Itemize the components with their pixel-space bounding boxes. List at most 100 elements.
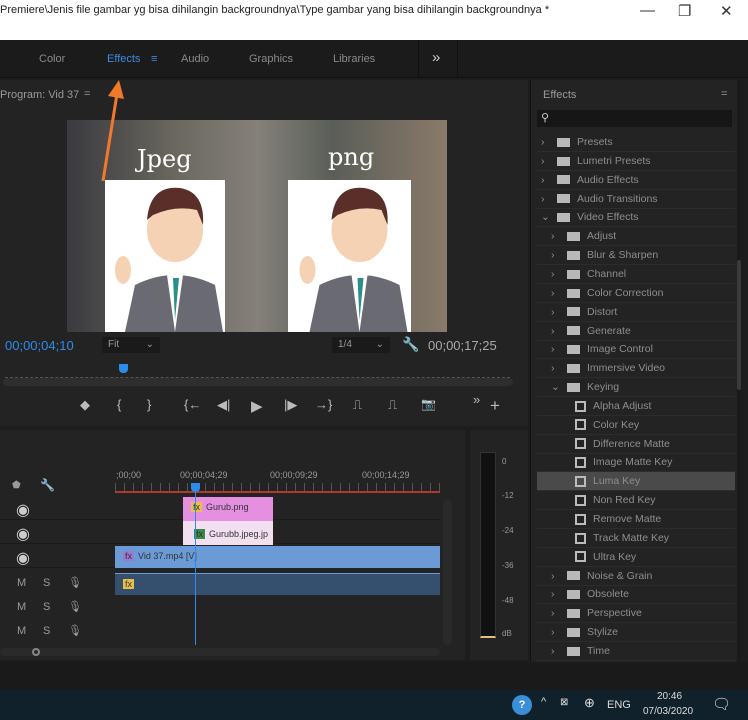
playhead-handle[interactable]	[191, 483, 200, 492]
effects-item[interactable]: ⌄ Video Effects	[537, 208, 735, 228]
mic-icon[interactable]: 🎙	[68, 624, 82, 637]
wrench-icon[interactable]: 🔧	[40, 478, 55, 492]
resolution-select[interactable]: 1/4 ⌄	[332, 337, 390, 353]
clock-time[interactable]: 20:46	[657, 691, 682, 702]
globe-icon[interactable]: ⊕	[584, 695, 595, 711]
chevron-right-icon[interactable]: ›	[541, 190, 557, 208]
effects-item[interactable]: › Presets	[537, 133, 735, 152]
mark-out-button[interactable]: }	[147, 397, 151, 412]
close-button[interactable]: ✕	[720, 2, 733, 20]
chevron-right-icon[interactable]: ›	[551, 246, 567, 264]
tab-audio[interactable]: Audio	[181, 53, 209, 65]
mute-button[interactable]: M	[17, 577, 26, 589]
chevron-right-icon[interactable]: ›	[551, 303, 567, 321]
more-workspaces-button[interactable]: »	[432, 49, 440, 66]
chevron-right-icon[interactable]: ›	[551, 340, 567, 358]
chevron-up-icon[interactable]: ^	[541, 696, 546, 708]
maximize-button[interactable]: ❐	[678, 2, 691, 20]
effects-item[interactable]: › Lumetri Presets	[537, 152, 735, 171]
chevron-right-icon[interactable]: ›	[551, 642, 567, 660]
notifications-icon[interactable]: 🗨	[712, 695, 731, 713]
minimize-button[interactable]: —	[640, 2, 655, 19]
clock-date[interactable]: 07/03/2020	[643, 706, 693, 717]
timeline-ruler[interactable]	[115, 483, 440, 493]
effects-item[interactable]: › Immersive Video	[537, 359, 735, 379]
add-marker-button[interactable]: ◆	[80, 397, 90, 413]
eye-icon[interactable]: ◉	[16, 524, 30, 544]
effects-item[interactable]: Track Matte Key	[537, 529, 735, 548]
effects-item[interactable]: › Channel	[537, 265, 735, 284]
effects-item[interactable]: › Audio Transitions	[537, 190, 735, 209]
eye-icon[interactable]: ◉	[16, 548, 30, 568]
mark-in-button[interactable]: {	[117, 397, 121, 412]
solo-button[interactable]: S	[43, 625, 50, 637]
workspace-menu-icon[interactable]: ≡	[151, 53, 157, 65]
solo-button[interactable]: S	[43, 577, 50, 589]
panel-menu-icon[interactable]: =	[84, 88, 90, 100]
timeline-playhead[interactable]	[195, 485, 196, 645]
effects-search-input[interactable]: ⚲	[537, 110, 732, 127]
lift-button[interactable]: ⎍	[353, 397, 362, 413]
effects-item[interactable]: Luma Key	[537, 472, 735, 492]
effects-item[interactable]: Alpha Adjust	[537, 397, 735, 416]
solo-button[interactable]: S	[43, 601, 50, 613]
chevron-right-icon[interactable]: ›	[541, 171, 557, 189]
go-to-out-button[interactable]: →}	[315, 397, 332, 412]
chevron-right-icon[interactable]: ›	[551, 227, 567, 245]
effects-item[interactable]: Non Red Key	[537, 491, 735, 511]
chevron-right-icon[interactable]: ›	[551, 284, 567, 302]
chevron-right-icon[interactable]: ›	[551, 604, 567, 622]
effects-item[interactable]: › Generate	[537, 322, 735, 341]
zoom-select[interactable]: Fit ⌄	[102, 337, 160, 353]
chevron-right-icon[interactable]: ›	[551, 322, 567, 340]
clip-vid37-video[interactable]: fx Vid 37.mp4 [V]	[115, 546, 440, 568]
clip-gurubb-jpeg[interactable]: fx Gurubb.jpeg.jp	[183, 521, 273, 545]
effects-item[interactable]: › Image Control	[537, 340, 735, 360]
effects-item[interactable]: › Stylize	[537, 623, 735, 643]
effects-item[interactable]: › Perspective	[537, 604, 735, 624]
effects-item[interactable]: Ultra Key	[537, 548, 735, 567]
clip-gurub-png[interactable]: fx Gurub.png	[183, 497, 273, 521]
effects-item[interactable]: Remove Matte	[537, 510, 735, 529]
chevron-right-icon[interactable]: ›	[551, 359, 567, 377]
chevron-right-icon[interactable]: ›	[551, 567, 567, 585]
eye-icon[interactable]: ◉	[16, 500, 30, 520]
step-back-button[interactable]: ◀|	[217, 397, 230, 413]
step-forward-button[interactable]: |▶	[284, 397, 297, 413]
go-to-in-button[interactable]: {←	[184, 397, 201, 412]
play-button[interactable]: ▶	[251, 397, 263, 415]
chevron-down-icon[interactable]: ⌄	[551, 378, 567, 396]
tab-color[interactable]: Color	[39, 53, 65, 65]
effects-item[interactable]: Image Matte Key	[537, 453, 735, 473]
chevron-down-icon[interactable]: ⌄	[541, 208, 557, 226]
horizontal-scrollbar[interactable]	[0, 648, 440, 656]
effects-item[interactable]: Color Key	[537, 416, 735, 435]
effects-item[interactable]: › Audio Effects	[537, 171, 735, 190]
chevron-right-icon[interactable]: ›	[541, 152, 557, 170]
network-icon[interactable]: ⊠	[560, 697, 568, 708]
effects-item[interactable]: › Time	[537, 642, 735, 661]
playhead[interactable]	[119, 364, 128, 373]
chevron-right-icon[interactable]: ›	[551, 265, 567, 283]
effects-item[interactable]: ⌄ Keying	[537, 378, 735, 398]
vertical-scrollbar[interactable]	[443, 500, 452, 645]
chevron-right-icon[interactable]: ›	[551, 623, 567, 641]
effects-item[interactable]: › Distort	[537, 303, 735, 322]
marker-icon[interactable]: ⬟	[12, 480, 21, 491]
export-frame-button[interactable]: 📷	[421, 397, 436, 411]
chevron-right-icon[interactable]: ›	[551, 585, 567, 603]
more-buttons[interactable]: »	[473, 392, 480, 407]
effects-item[interactable]: › Noise & Grain	[537, 567, 735, 586]
tab-effects[interactable]: Effects	[107, 53, 140, 65]
effects-scrollbar[interactable]	[737, 80, 741, 670]
clip-vid37-audio[interactable]: fx	[115, 573, 440, 595]
extract-button[interactable]: ⎍	[388, 397, 397, 413]
language-indicator[interactable]: ENG	[607, 699, 631, 711]
mute-button[interactable]: M	[17, 625, 26, 637]
button-editor[interactable]: +	[490, 396, 500, 416]
mic-icon[interactable]: 🎙	[68, 600, 82, 613]
mic-icon[interactable]: 🎙	[68, 576, 82, 589]
effects-menu-icon[interactable]: =	[721, 88, 727, 100]
tab-libraries[interactable]: Libraries	[333, 53, 375, 65]
mute-button[interactable]: M	[17, 601, 26, 613]
